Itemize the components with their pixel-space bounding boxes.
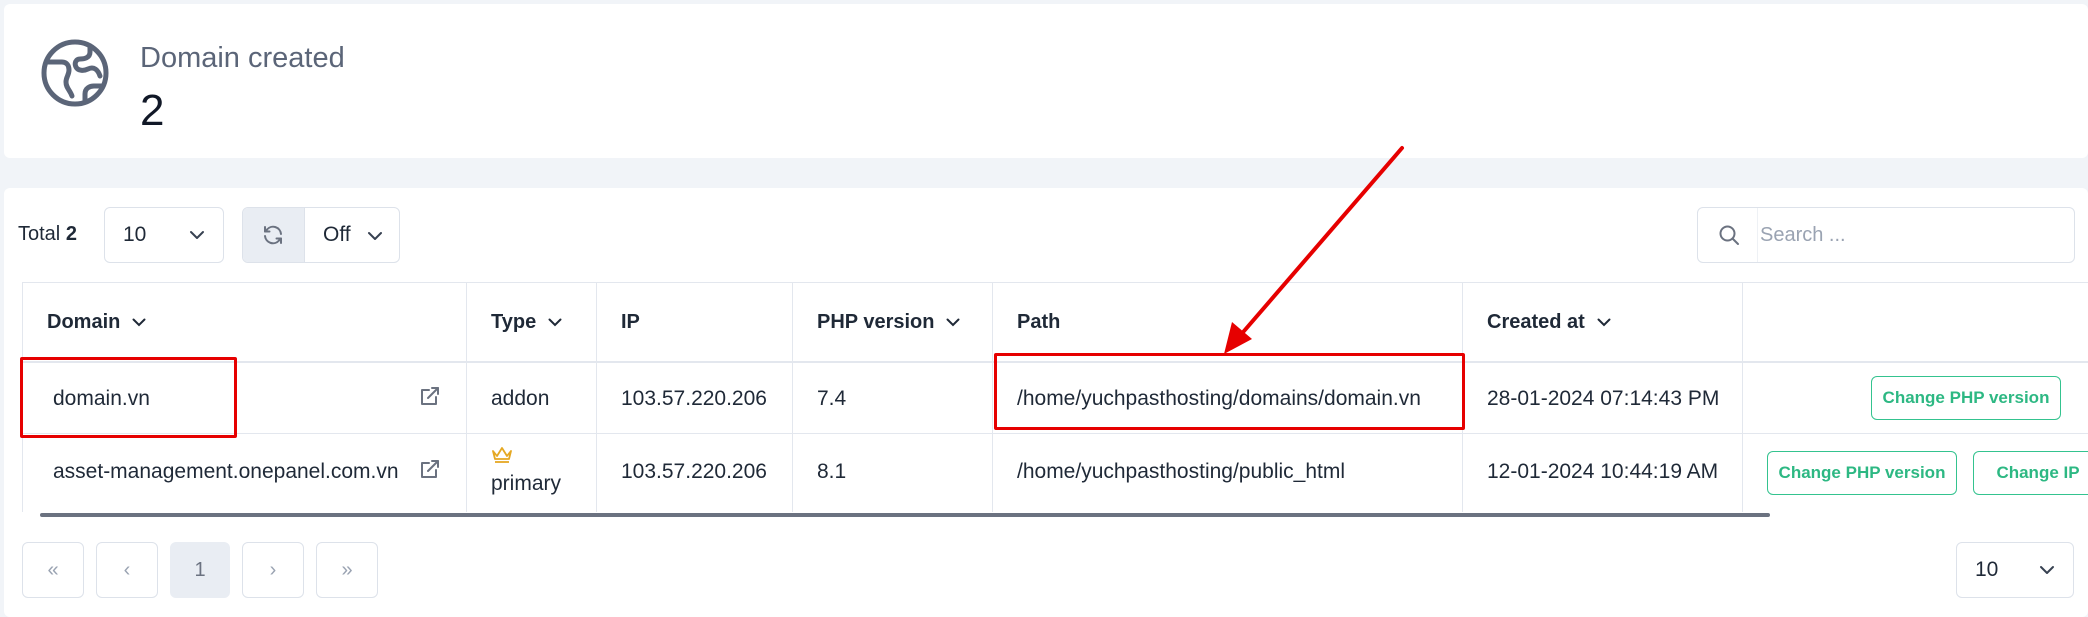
annotation-arrow xyxy=(1224,146,1404,354)
